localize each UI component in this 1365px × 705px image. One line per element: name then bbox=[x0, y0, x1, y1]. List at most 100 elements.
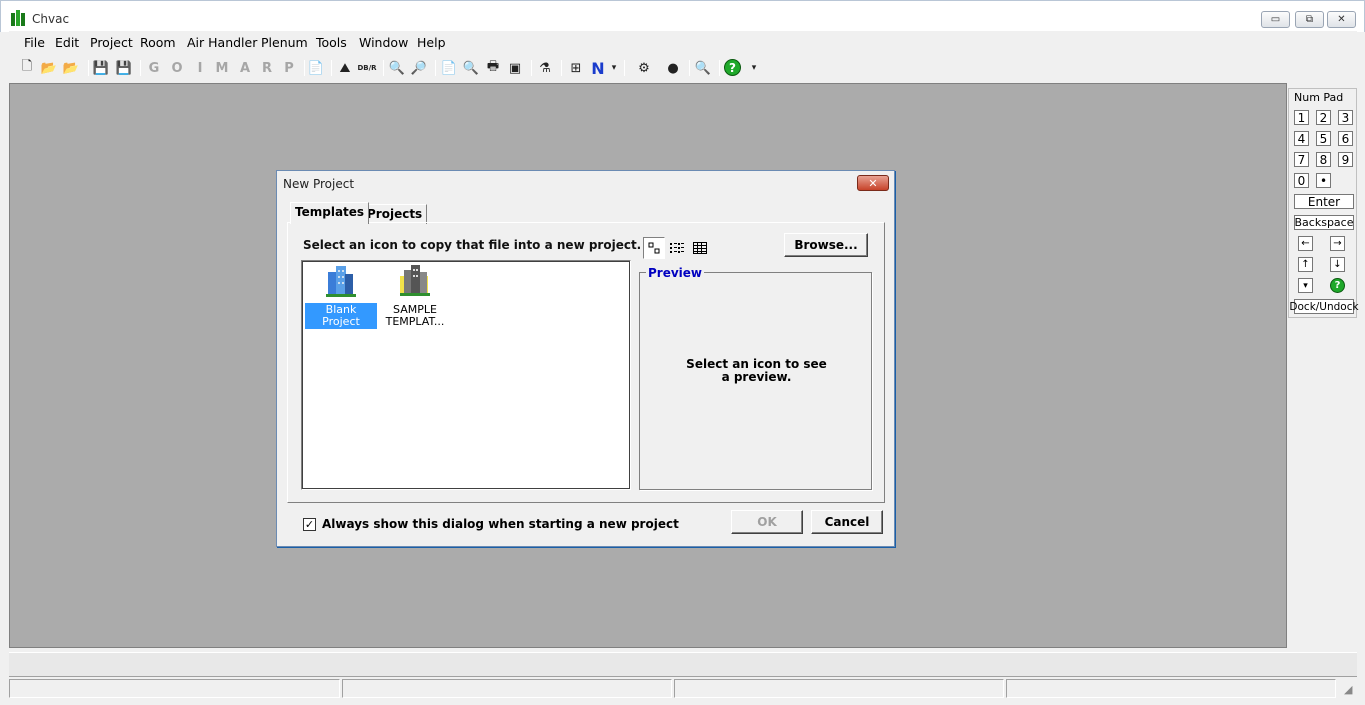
cancel-button[interactable]: Cancel bbox=[811, 510, 883, 534]
toolbar-letter-a[interactable]: A bbox=[237, 59, 253, 77]
help-icon[interactable]: ? bbox=[724, 59, 741, 76]
toolbar-overflow-chevron-icon[interactable]: ▾ bbox=[749, 59, 759, 77]
colors-icon[interactable]: ● bbox=[664, 59, 682, 77]
restore-button[interactable]: ⧉ bbox=[1295, 11, 1324, 28]
status-pane bbox=[674, 679, 1004, 698]
instruction-text: Select an icon to copy that file into a … bbox=[303, 238, 642, 252]
tree-icon[interactable]: ⊞ bbox=[567, 59, 585, 77]
dock-undock-button[interactable]: Dock/Undock bbox=[1289, 299, 1359, 314]
arrow-up-icon[interactable]: ↑ bbox=[1298, 257, 1313, 272]
arrow-left-icon[interactable]: ← bbox=[1298, 236, 1313, 251]
toolbar-separator bbox=[624, 60, 625, 76]
toolbar-separator bbox=[383, 60, 384, 76]
view-icon[interactable]: 🔍 bbox=[694, 59, 712, 77]
browse-button[interactable]: Browse... bbox=[784, 233, 868, 257]
find-icon[interactable]: 🔎 bbox=[410, 59, 428, 77]
num-pad-panel: Num Pad 1 2 3 4 5 6 7 8 9 0 • Enter Back… bbox=[1288, 88, 1359, 318]
menu-room[interactable]: Room bbox=[140, 35, 176, 50]
preview-label: Preview bbox=[646, 266, 705, 280]
report-icon[interactable]: 📄 bbox=[440, 59, 458, 77]
print-icon[interactable]: 🖶 bbox=[484, 59, 502, 77]
settings-icon[interactable]: ⚙ bbox=[635, 59, 653, 77]
new-project-dialog: New Project ✕ Templates Projects Select … bbox=[276, 170, 895, 547]
numpad-key-decimal[interactable]: • bbox=[1316, 173, 1331, 188]
numpad-key-5[interactable]: 5 bbox=[1316, 131, 1331, 146]
list-item-blank-project[interactable]: Blank Project bbox=[305, 264, 377, 329]
arrow-down-icon[interactable]: ↓ bbox=[1330, 257, 1345, 272]
menu-tools[interactable]: Tools bbox=[316, 35, 347, 50]
numpad-key-6[interactable]: 6 bbox=[1338, 131, 1353, 146]
list-view-icon[interactable] bbox=[666, 237, 688, 259]
numpad-backspace-button[interactable]: Backspace bbox=[1294, 215, 1354, 230]
toolbar-separator bbox=[88, 60, 89, 76]
toolbar-letter-i[interactable]: I bbox=[192, 59, 208, 77]
tab-projects[interactable]: Projects bbox=[362, 204, 428, 224]
print-preview-icon[interactable]: 🔍 bbox=[462, 59, 480, 77]
tab-templates[interactable]: Templates bbox=[290, 202, 370, 224]
building-template-icon bbox=[379, 264, 451, 301]
toolbar-separator bbox=[689, 60, 690, 76]
menu-help[interactable]: Help bbox=[417, 35, 446, 50]
close-icon: ✕ bbox=[868, 176, 878, 190]
app-logo-icon bbox=[11, 10, 25, 26]
title-bar: Chvac ▭ ⧉ ✕ bbox=[0, 0, 1365, 32]
numpad-key-2[interactable]: 2 bbox=[1316, 110, 1331, 125]
dialog-close-button[interactable]: ✕ bbox=[857, 175, 889, 191]
open-folder-icon[interactable]: 📂 bbox=[40, 59, 58, 77]
minimize-icon: ▭ bbox=[1270, 14, 1281, 25]
resize-grip-icon[interactable]: ◢ bbox=[1344, 683, 1352, 696]
toolbar-letter-r[interactable]: R bbox=[259, 59, 275, 77]
building-icon bbox=[305, 264, 377, 301]
db-r-icon[interactable]: DB/R bbox=[357, 59, 376, 77]
menu-project[interactable]: Project bbox=[90, 35, 133, 50]
minimize-button[interactable]: ▭ bbox=[1261, 11, 1290, 28]
toolbar-letter-p[interactable]: P bbox=[281, 59, 297, 77]
menu-edit[interactable]: Edit bbox=[55, 35, 79, 50]
menu-file[interactable]: File bbox=[24, 35, 45, 50]
dialog-title: New Project bbox=[283, 177, 355, 191]
open-project-icon[interactable]: 📂 bbox=[62, 59, 80, 77]
menu-window[interactable]: Window bbox=[359, 35, 408, 50]
save-all-icon[interactable]: 💾 bbox=[115, 59, 133, 77]
list-item-sample-template[interactable]: SAMPLE TEMPLAT... bbox=[379, 264, 451, 329]
status-pane bbox=[9, 679, 340, 698]
numpad-key-3[interactable]: 3 bbox=[1338, 110, 1353, 125]
details-view-icon[interactable] bbox=[689, 237, 711, 259]
calculate-icon[interactable]: ⛰ bbox=[336, 59, 354, 77]
save-icon[interactable]: 💾 bbox=[92, 59, 110, 77]
status-pane bbox=[342, 679, 672, 698]
dropdown-icon[interactable]: ▾ bbox=[1298, 278, 1313, 293]
toolbar-separator bbox=[719, 60, 720, 76]
menu-plenum[interactable]: Plenum bbox=[261, 35, 308, 50]
numpad-key-1[interactable]: 1 bbox=[1294, 110, 1309, 125]
numpad-key-0[interactable]: 0 bbox=[1294, 173, 1309, 188]
close-window-button[interactable]: ✕ bbox=[1327, 11, 1356, 28]
numpad-key-4[interactable]: 4 bbox=[1294, 131, 1309, 146]
numpad-key-8[interactable]: 8 bbox=[1316, 152, 1331, 167]
toolbar-separator bbox=[140, 60, 141, 76]
new-file-icon[interactable]: 🗋 bbox=[18, 59, 36, 77]
arrow-right-icon[interactable]: → bbox=[1330, 236, 1345, 251]
numpad-key-9[interactable]: 9 bbox=[1338, 152, 1353, 167]
export-icon[interactable]: ▣ bbox=[506, 59, 524, 77]
filter-icon[interactable]: ⚗ bbox=[536, 59, 554, 77]
toolbar-separator bbox=[304, 60, 305, 76]
always-show-label[interactable]: Always show this dialog when starting a … bbox=[322, 517, 679, 531]
toolbar-separator bbox=[331, 60, 332, 76]
preview-group: Preview Select an icon to see a preview. bbox=[639, 266, 872, 490]
numpad-help-icon[interactable]: ? bbox=[1330, 278, 1345, 293]
numpad-enter-button[interactable]: Enter bbox=[1294, 194, 1354, 209]
numpad-key-7[interactable]: 7 bbox=[1294, 152, 1309, 167]
toolbar-letter-o[interactable]: O bbox=[169, 59, 185, 77]
menu-air-handler[interactable]: Air Handler bbox=[187, 35, 257, 50]
always-show-checkbox[interactable]: ✓ bbox=[303, 518, 316, 531]
toolbar-letter-m[interactable]: M bbox=[214, 59, 230, 77]
ok-button[interactable]: OK bbox=[731, 510, 803, 534]
template-icon-list[interactable]: Blank Project SAMPLE TEMPLAT... bbox=[301, 260, 631, 490]
n-icon[interactable]: N bbox=[589, 59, 607, 78]
toolbar-overflow-chevron-icon[interactable]: ▾ bbox=[609, 59, 619, 77]
document-icon[interactable]: 📄 bbox=[307, 59, 325, 77]
toolbar-letter-g[interactable]: G bbox=[146, 59, 162, 77]
zoom-icon[interactable]: 🔍 bbox=[388, 59, 406, 77]
large-icons-view-icon[interactable] bbox=[643, 237, 665, 259]
